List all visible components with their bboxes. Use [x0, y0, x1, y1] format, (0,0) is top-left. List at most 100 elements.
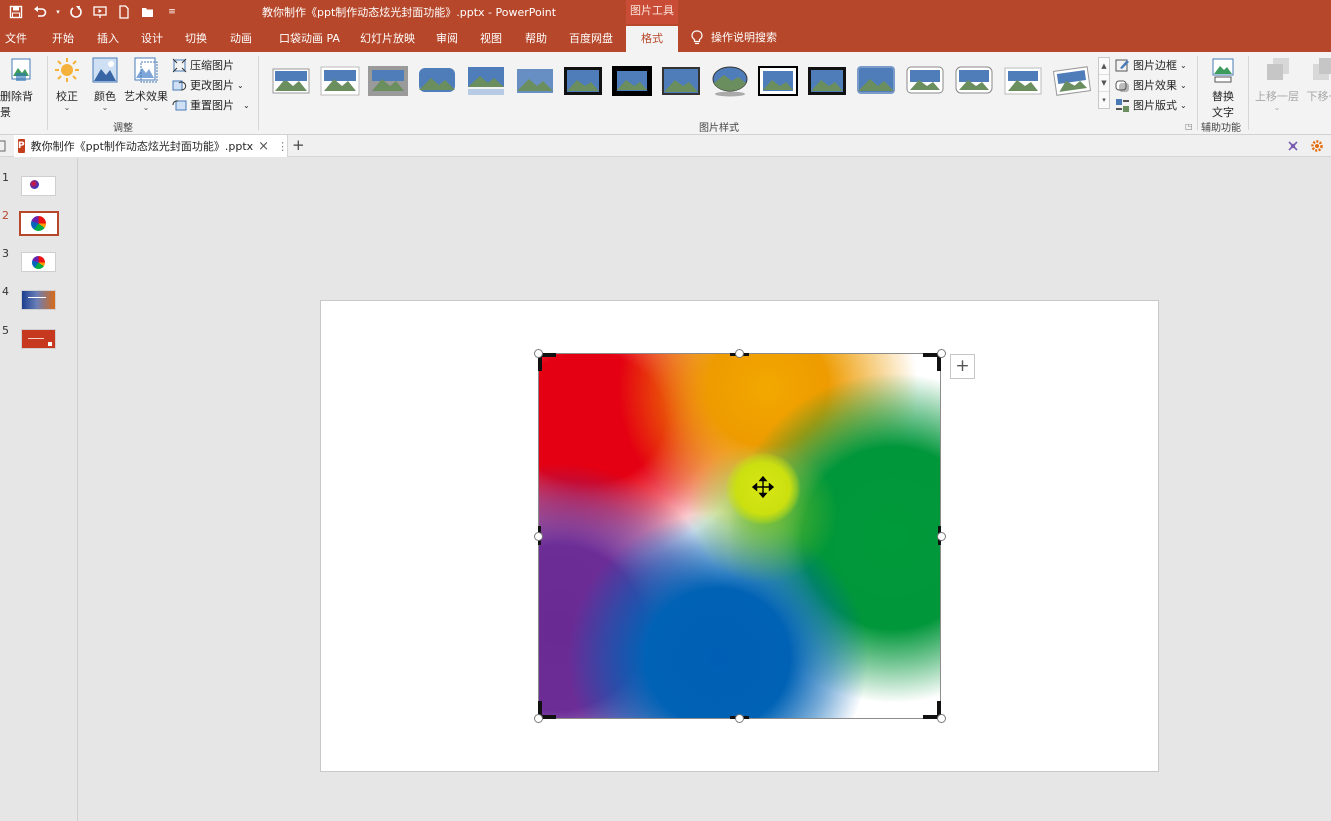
redo-icon[interactable] [66, 3, 86, 21]
artistic-effects-button[interactable]: 艺术效果 ⌄ [124, 56, 168, 112]
tab-review[interactable]: 审阅 [436, 24, 458, 52]
artistic-effects-label: 艺术效果 [124, 90, 168, 103]
picture-style-thumb[interactable] [856, 65, 896, 97]
remove-background-icon [11, 58, 31, 81]
change-picture-button[interactable]: 更改图片 ⌄ [172, 76, 244, 94]
start-slideshow-icon[interactable] [90, 3, 110, 21]
tab-pocket-animation[interactable]: 口袋动画 PA [279, 24, 340, 52]
dialog-launcher-icon[interactable]: ◳ [1185, 122, 1193, 131]
picture-style-thumb[interactable] [320, 65, 360, 97]
slide-thumbnail[interactable]: 4 [0, 285, 78, 315]
tell-me-search[interactable]: 操作说明搜索 [690, 24, 777, 52]
picture-style-thumb[interactable] [612, 65, 652, 97]
quick-access-toolbar: ▾ ≡ [6, 3, 182, 21]
resize-handle-top-right[interactable] [937, 349, 946, 358]
resize-handle-right[interactable] [937, 532, 946, 541]
gallery-more-icon[interactable]: ▾ [1099, 92, 1109, 109]
slide-thumbnail[interactable]: 3 [0, 247, 78, 277]
send-backward-button[interactable]: 下移一 [1303, 56, 1331, 104]
document-tab-strip: P 教你制作《ppt制作动态炫光封面功能》.pptx × ⋮ + [0, 135, 1331, 157]
picture-style-thumb[interactable] [954, 65, 994, 97]
picture-style-thumb[interactable] [710, 65, 750, 97]
picture-style-thumb[interactable] [807, 65, 847, 97]
close-tab-icon[interactable]: × [258, 139, 269, 154]
more-options-icon[interactable]: ⋮ [277, 140, 288, 153]
slide-preview [21, 252, 56, 272]
remove-background-button[interactable]: 删除背景 [0, 56, 42, 120]
tab-baidu-netdisk[interactable]: 百度网盘 [569, 24, 613, 52]
tab-help[interactable]: 帮助 [525, 24, 547, 52]
tab-insert[interactable]: 插入 [97, 24, 119, 52]
resize-handle-left[interactable] [534, 532, 543, 541]
color-button[interactable]: 颜色 ⌄ [90, 56, 120, 112]
save-icon[interactable] [6, 3, 26, 21]
bring-forward-icon [1267, 58, 1289, 80]
undo-icon[interactable] [30, 3, 50, 21]
picture-layout-button[interactable]: 图片版式 ⌄ [1115, 96, 1187, 114]
pin-icon[interactable] [1284, 137, 1302, 155]
change-picture-icon [172, 80, 187, 91]
picture-style-thumb[interactable] [661, 65, 701, 97]
slide-preview [21, 290, 56, 310]
picture-style-thumb[interactable] [905, 65, 945, 97]
tab-home[interactable]: 开始 [52, 24, 74, 52]
chevron-down-icon: ⌄ [243, 100, 250, 110]
picture-style-thumb[interactable] [1003, 65, 1043, 97]
tab-animations[interactable]: 动画 [230, 24, 252, 52]
bring-forward-button[interactable]: 上移一层 ⌄ [1255, 56, 1299, 112]
new-file-icon[interactable] [114, 3, 134, 21]
resize-handle-top-left[interactable] [534, 349, 543, 358]
sun-icon [55, 58, 79, 82]
resize-handle-top[interactable] [735, 349, 744, 358]
slide-number: 1 [2, 171, 9, 184]
picture-effects-label: 图片效果 [1133, 79, 1177, 92]
compress-icon [172, 58, 187, 72]
compress-pictures-button[interactable]: 压缩图片 [172, 56, 234, 74]
picture-style-thumb[interactable] [515, 65, 555, 97]
slide-thumbnail-current[interactable]: 2 [0, 209, 78, 239]
tab-format[interactable]: 格式 [626, 26, 678, 52]
layout-options-button[interactable]: + [950, 354, 975, 379]
gallery-scroll[interactable]: ▲ ▼ ▾ [1098, 57, 1110, 109]
picture-style-thumb[interactable] [466, 65, 506, 97]
picture-style-thumb[interactable] [271, 65, 311, 97]
tab-slideshow[interactable]: 幻灯片放映 [360, 24, 415, 52]
gallery-up-icon[interactable]: ▲ [1099, 58, 1109, 75]
tab-list-icon[interactable] [0, 137, 6, 155]
picture-style-thumb[interactable] [417, 65, 457, 97]
undo-dropdown-icon[interactable]: ▾ [54, 3, 62, 21]
resize-handle-bottom-right[interactable] [937, 714, 946, 723]
tab-design[interactable]: 设计 [141, 24, 163, 52]
reset-picture-button[interactable]: 重置图片 ⌄ [172, 96, 250, 114]
document-tab[interactable]: P 教你制作《ppt制作动态炫光封面功能》.pptx × ⋮ [14, 135, 288, 157]
picture-style-thumb[interactable] [563, 65, 603, 97]
open-folder-icon[interactable] [138, 3, 158, 21]
tab-transitions[interactable]: 切换 [185, 24, 207, 52]
slide-thumbnail[interactable]: 5 [0, 324, 78, 354]
gallery-down-icon[interactable]: ▼ [1099, 75, 1109, 92]
send-backward-label: 下移一 [1306, 90, 1331, 103]
picture-border-button[interactable]: 图片边框 ⌄ [1115, 56, 1187, 74]
chevron-down-icon: ⌄ [237, 80, 244, 90]
picture-effects-button[interactable]: 图片效果 ⌄ [1115, 76, 1187, 94]
picture-styles-group-label: 图片样式 [699, 123, 739, 134]
new-tab-icon[interactable]: + [292, 136, 305, 154]
resize-handle-bottom-left[interactable] [534, 714, 543, 723]
picture-style-thumb[interactable] [758, 65, 798, 97]
tab-file[interactable]: 文件 [5, 24, 27, 52]
settings-gear-icon[interactable] [1308, 137, 1326, 155]
picture-style-thumb[interactable] [1052, 65, 1092, 97]
alt-text-label-1: 替换 [1212, 90, 1234, 103]
picture-border-label: 图片边框 [1133, 59, 1177, 72]
corrections-button[interactable]: 校正 ⌄ [52, 56, 82, 112]
picture-style-thumb[interactable] [368, 65, 408, 97]
alt-text-label-2: 文字 [1212, 106, 1234, 119]
resize-handle-bottom[interactable] [735, 714, 744, 723]
slide-thumbnail[interactable]: 1 [0, 171, 78, 201]
tab-view[interactable]: 视图 [480, 24, 502, 52]
alt-text-button[interactable]: 替换 文字 [1203, 56, 1243, 120]
customize-qat-icon[interactable]: ≡ [162, 3, 182, 21]
chevron-down-icon: ⌄ [1273, 103, 1281, 112]
adjust-group-label: 调整 [113, 123, 133, 134]
selected-picture[interactable] [538, 353, 941, 719]
